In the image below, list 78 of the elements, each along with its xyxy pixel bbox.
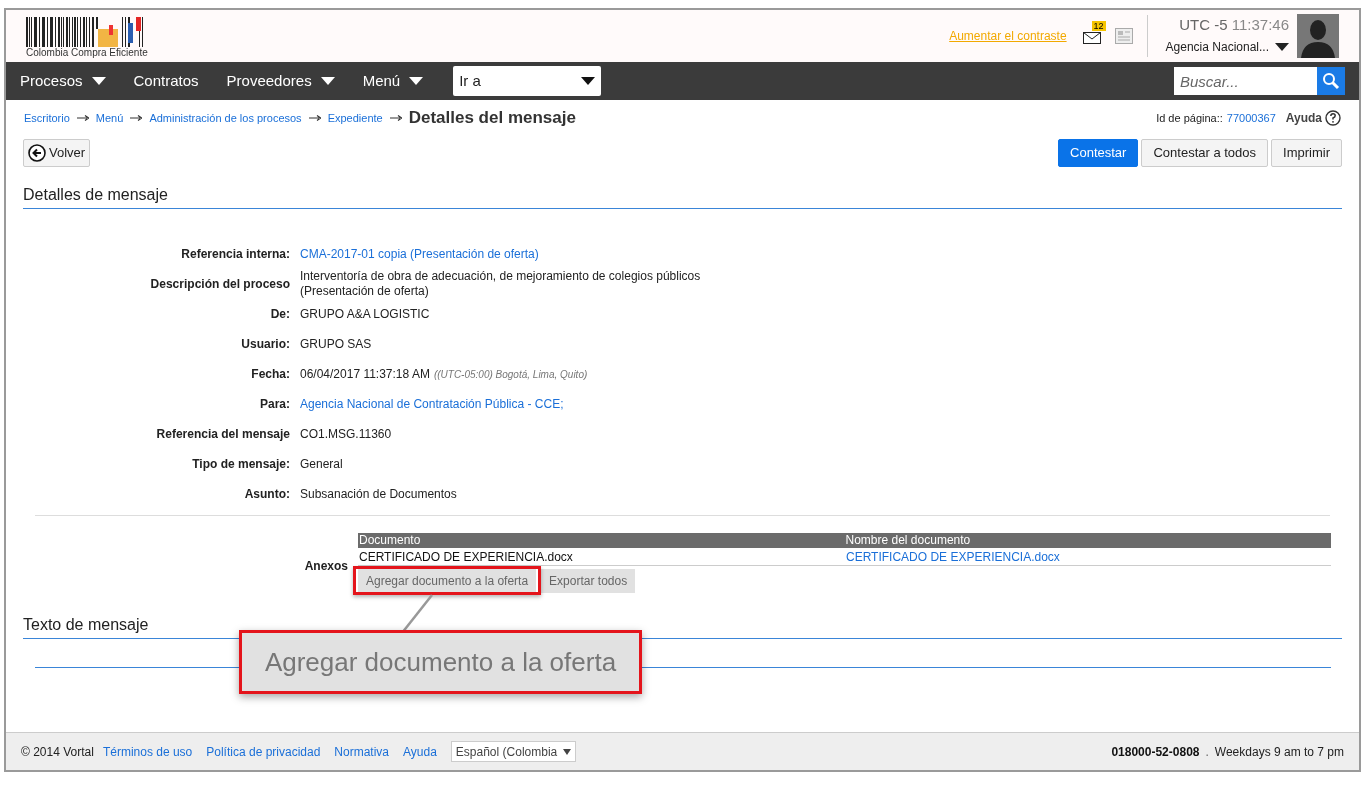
caret-icon (409, 77, 424, 85)
mail-icon[interactable] (1082, 32, 1101, 44)
barcode-logo-icon (26, 16, 144, 47)
field-value: Interventoría de obra de adecuación, de mejoramiento de colegios públicos (Presentación de oferta) (300, 269, 701, 299)
timezone-note: ((UTC-05:00) Bogotá, Lima, Quito) (433, 367, 588, 382)
field-link[interactable]: Agencia Nacional de Contratación Pública - CCE; (300, 395, 564, 413)
column-header: Documento (358, 533, 422, 548)
search-field[interactable]: Buscar... (1174, 67, 1317, 95)
caret-icon (1275, 43, 1289, 51)
table-cell-text: CERTIFICADO DE EXPERIENCIA.docx (358, 548, 574, 566)
document-icon[interactable] (1114, 28, 1133, 44)
field-label: Referencia interna: (180, 246, 291, 263)
language-select[interactable]: Español (Colombia (450, 741, 577, 762)
separator-text: . (1205, 743, 1209, 761)
breadcrumb-link[interactable]: Administración de los procesos (149, 109, 302, 127)
phone-number: 018000-52-0808 (1111, 743, 1200, 761)
nav-menu-item[interactable]: Menú (362, 69, 424, 93)
field-value: Subsanación de Documentos (300, 486, 457, 502)
copyright-text: © 2014 Vortal (21, 743, 94, 761)
clock-time: 11:37:46 (1231, 16, 1289, 33)
hours-text: Weekdays 9 am to 7 pm (1214, 743, 1344, 761)
section-title: Texto de mensaje (23, 616, 149, 633)
avatar-icon[interactable] (1297, 14, 1339, 58)
action-button[interactable]: Imprimir (1271, 139, 1342, 167)
nav-menu-item[interactable]: Contratos (133, 69, 199, 93)
caret-icon (563, 748, 572, 755)
breadcrumb-link[interactable]: Escritorio (24, 109, 70, 127)
field-label: Para: (258, 396, 291, 413)
field-label: De: (269, 306, 291, 323)
logo-text: Colombia Compra Eficiente (26, 47, 148, 58)
help-icon[interactable] (1325, 110, 1341, 126)
field-value: GRUPO A&A LOGISTIC (300, 306, 430, 322)
back-button[interactable]: Volver (23, 139, 91, 167)
goto-select[interactable]: Ir a (453, 66, 602, 96)
nav-menu-item[interactable]: Proveedores (226, 69, 335, 93)
field-label: Usuario: (240, 336, 291, 353)
attachment-button[interactable]: Agregar documento a la oferta (358, 569, 537, 593)
attachments-label: Anexos (303, 558, 349, 575)
page-title: Detalles del mensaje (408, 107, 576, 130)
column-header: Nombre del documento (844, 533, 972, 548)
footer-link[interactable]: Normativa (334, 742, 390, 761)
footer-link[interactable]: Política de privacidad (206, 742, 321, 761)
field-value: GRUPO SAS (300, 336, 372, 352)
field-link[interactable]: CMA-2017-01 copia (Presentación de oferta) (300, 245, 539, 263)
agency-dropdown[interactable]: Agencia Nacional... (1165, 38, 1289, 56)
magnified-callout: Agregar documento a la oferta (239, 630, 642, 694)
mail-count-badge: 12 (1091, 21, 1106, 31)
arrow-icon (308, 115, 321, 121)
page-id-label: Id de página:: (1156, 110, 1223, 126)
field-value: General (300, 456, 343, 472)
search-icon (1322, 72, 1340, 90)
field-value: CO1.MSG.11360 (300, 426, 392, 442)
field-value: 06/04/2017 11:37:18 AM (300, 366, 430, 382)
caret-icon (581, 77, 596, 85)
action-button[interactable]: Contestar a todos (1141, 139, 1269, 167)
caret-icon (320, 77, 335, 85)
nav-menu-item[interactable]: Procesos (20, 69, 106, 93)
section-title: Detalles de mensaje (23, 186, 168, 203)
help-link[interactable]: Ayuda (1285, 109, 1322, 127)
breadcrumb-link[interactable]: Menú (95, 109, 124, 127)
timezone-label: UTC -5 (1179, 16, 1228, 33)
action-button[interactable]: Contestar (1058, 139, 1139, 167)
caret-icon (91, 77, 106, 85)
field-label: Tipo de mensaje: (191, 456, 291, 473)
breadcrumb-link[interactable]: Expediente (327, 109, 383, 127)
field-label: Descripción del proceso (149, 276, 291, 293)
field-label: Asunto: (243, 486, 291, 503)
attachment-button[interactable]: Exportar todos (541, 569, 636, 593)
arrow-icon (389, 115, 402, 121)
search-button[interactable] (1317, 67, 1345, 95)
arrow-icon (76, 115, 89, 121)
arrow-icon (130, 115, 143, 121)
page-id-link[interactable]: 77000367 (1226, 109, 1276, 127)
field-label: Fecha: (250, 366, 291, 383)
field-label: Referencia del mensaje (155, 426, 291, 443)
document-link[interactable]: CERTIFICADO DE EXPERIENCIA.docx (845, 547, 1331, 566)
footer-link[interactable]: Términos de uso (102, 742, 193, 761)
footer-link[interactable]: Ayuda (403, 742, 437, 761)
